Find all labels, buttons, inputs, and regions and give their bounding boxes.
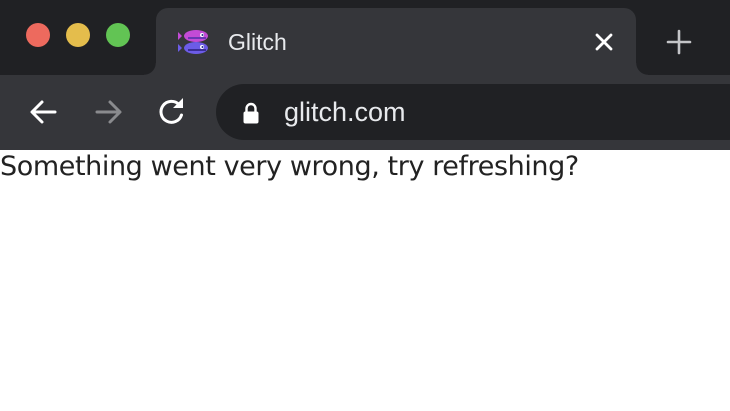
browser-window: Glitch glitch.com Something went very wr… xyxy=(0,0,730,411)
page-content: Something went very wrong, try refreshin… xyxy=(0,150,730,411)
tab-title: Glitch xyxy=(228,29,287,55)
tab-strip: Glitch xyxy=(0,0,730,75)
lock-icon[interactable] xyxy=(242,102,260,124)
plus-icon[interactable] xyxy=(666,29,692,55)
url-text[interactable]: glitch.com xyxy=(284,96,406,128)
error-message: Something went very wrong, try refreshin… xyxy=(0,151,579,182)
toolbar: glitch.com xyxy=(0,75,730,150)
window-minimize-button[interactable] xyxy=(66,23,90,47)
back-arrow-icon[interactable] xyxy=(27,95,61,129)
glitch-fish-icon xyxy=(178,30,208,54)
window-close-button[interactable] xyxy=(26,23,50,47)
forward-arrow-icon[interactable] xyxy=(91,95,125,129)
address-bar[interactable]: glitch.com xyxy=(216,84,730,140)
tab-glitch[interactable]: Glitch xyxy=(144,8,648,75)
reload-icon[interactable] xyxy=(155,95,189,129)
window-maximize-button[interactable] xyxy=(106,23,130,47)
close-icon[interactable] xyxy=(592,30,616,54)
